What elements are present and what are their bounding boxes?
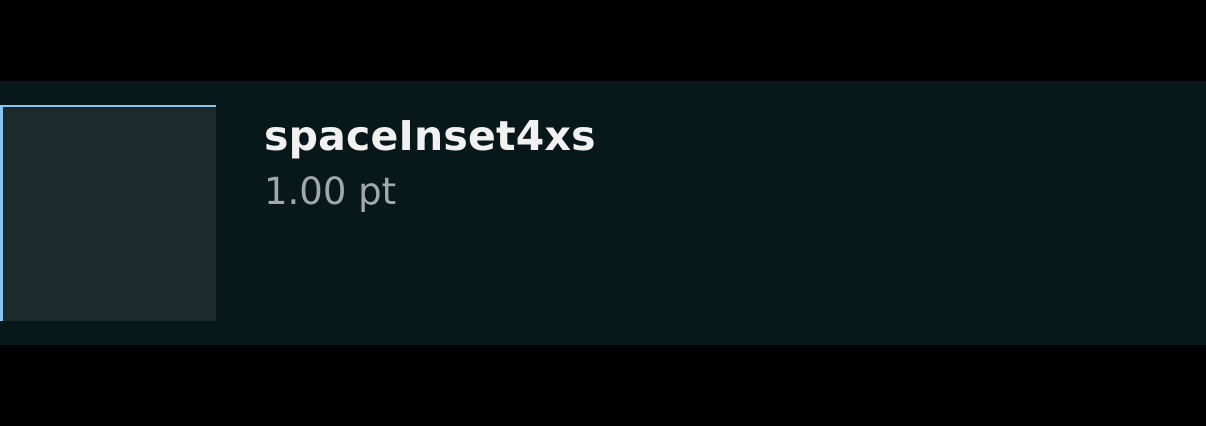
token-value: 1.00 pt — [264, 170, 397, 213]
inset-left-edge — [0, 105, 3, 321]
spacing-preview-swatch — [0, 105, 216, 321]
token-row: spaceInset4xs 1.00 pt — [0, 81, 1206, 345]
token-name: spaceInset4xs — [264, 112, 596, 160]
inset-top-edge — [0, 105, 216, 107]
